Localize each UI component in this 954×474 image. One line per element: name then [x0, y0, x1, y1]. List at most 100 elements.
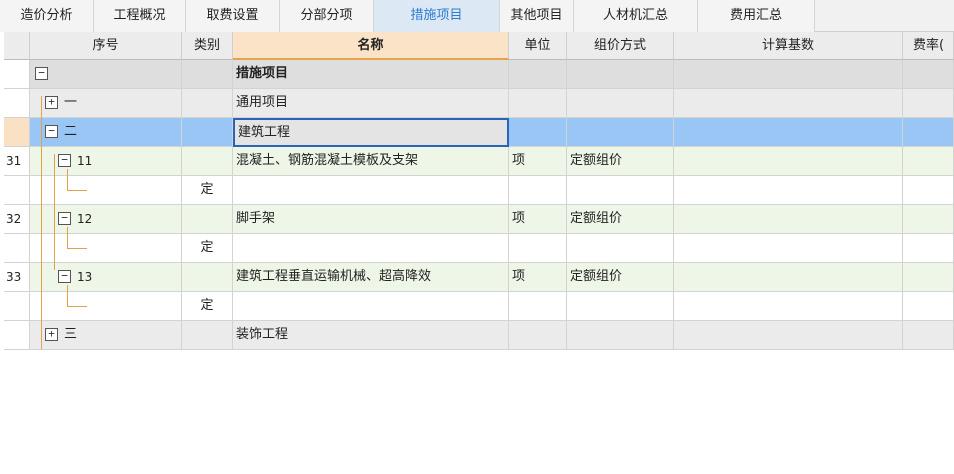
seq-cell[interactable]: + 一: [30, 89, 182, 118]
rate-cell[interactable]: [903, 205, 954, 234]
seq-cell[interactable]: + 三: [30, 321, 182, 350]
name-cell[interactable]: 建筑工程垂直运输机械、超高降效: [233, 263, 509, 292]
table-row[interactable]: 32 − 12 脚手架 项 定额组价: [4, 205, 954, 234]
name-cell[interactable]: 措施项目: [233, 60, 509, 89]
table-row[interactable]: 33 − 13 建筑工程垂直运输机械、超高降效 项 定额组价: [4, 263, 954, 292]
type-cell[interactable]: [182, 321, 233, 350]
collapse-toggle-icon[interactable]: −: [58, 212, 71, 225]
rate-cell[interactable]: [903, 176, 954, 205]
name-cell[interactable]: [233, 234, 509, 263]
type-cell[interactable]: [182, 89, 233, 118]
tab-fee-settings[interactable]: 取费设置: [186, 0, 280, 32]
type-cell[interactable]: 定: [182, 292, 233, 321]
col-header-name[interactable]: 名称: [233, 32, 509, 60]
base-cell[interactable]: [674, 60, 903, 89]
name-cell[interactable]: [233, 176, 509, 205]
table-row[interactable]: + 三 装饰工程: [4, 321, 954, 350]
table-row[interactable]: − 措施项目: [4, 60, 954, 89]
base-cell[interactable]: [674, 321, 903, 350]
collapse-toggle-icon[interactable]: −: [58, 270, 71, 283]
table-row[interactable]: 定: [4, 292, 954, 321]
unit-cell[interactable]: [509, 321, 567, 350]
unit-cell[interactable]: [509, 234, 567, 263]
collapse-toggle-icon[interactable]: −: [45, 125, 58, 138]
table-row[interactable]: 定: [4, 176, 954, 205]
seq-cell[interactable]: [30, 234, 182, 263]
base-cell[interactable]: [674, 176, 903, 205]
name-cell[interactable]: 通用项目: [233, 89, 509, 118]
pricing-cell[interactable]: [567, 89, 674, 118]
collapse-toggle-icon[interactable]: −: [58, 154, 71, 167]
pricing-cell[interactable]: [567, 234, 674, 263]
tab-measures[interactable]: 措施项目: [374, 0, 500, 32]
rate-cell[interactable]: [903, 60, 954, 89]
unit-cell[interactable]: 项: [509, 205, 567, 234]
col-header-rate[interactable]: 费率(: [903, 32, 954, 60]
seq-cell[interactable]: − 13: [30, 263, 182, 292]
col-header-type[interactable]: 类别: [182, 32, 233, 60]
col-header-seq[interactable]: 序号: [30, 32, 182, 60]
seq-cell[interactable]: −: [30, 60, 182, 89]
rate-cell[interactable]: [903, 263, 954, 292]
tab-sub-items[interactable]: 分部分项: [280, 0, 374, 32]
seq-cell[interactable]: [30, 176, 182, 205]
table-row[interactable]: + 一 通用项目: [4, 89, 954, 118]
seq-cell[interactable]: − 二: [30, 118, 182, 147]
rate-cell[interactable]: [903, 292, 954, 321]
tab-cost-analysis[interactable]: 造价分析: [0, 0, 94, 32]
base-cell[interactable]: [674, 147, 903, 176]
type-cell[interactable]: [182, 205, 233, 234]
col-header-pricing[interactable]: 组价方式: [567, 32, 674, 60]
expand-toggle-icon[interactable]: +: [45, 328, 58, 341]
collapse-toggle-icon[interactable]: −: [35, 67, 48, 80]
pricing-cell[interactable]: [567, 176, 674, 205]
unit-cell[interactable]: [509, 176, 567, 205]
table-row-selected[interactable]: − 二 建筑工程: [4, 118, 954, 147]
col-header-base[interactable]: 计算基数: [674, 32, 903, 60]
base-cell[interactable]: [674, 205, 903, 234]
pricing-cell[interactable]: [567, 292, 674, 321]
tab-other-items[interactable]: 其他项目: [500, 0, 574, 32]
name-cell[interactable]: 脚手架: [233, 205, 509, 234]
tab-labor-material-summary[interactable]: 人材机汇总: [574, 0, 698, 32]
unit-cell[interactable]: [509, 118, 567, 147]
pricing-cell[interactable]: 定额组价: [567, 147, 674, 176]
type-cell[interactable]: 定: [182, 176, 233, 205]
unit-cell[interactable]: [509, 60, 567, 89]
unit-cell[interactable]: 项: [509, 263, 567, 292]
type-cell[interactable]: [182, 118, 233, 147]
rate-cell[interactable]: [903, 89, 954, 118]
seq-cell[interactable]: − 12: [30, 205, 182, 234]
table-row[interactable]: 定: [4, 234, 954, 263]
expand-toggle-icon[interactable]: +: [45, 96, 58, 109]
name-cell[interactable]: 混凝土、钢筋混凝土模板及支架: [233, 147, 509, 176]
rate-cell[interactable]: [903, 234, 954, 263]
unit-cell[interactable]: [509, 89, 567, 118]
rate-cell[interactable]: [903, 321, 954, 350]
pricing-cell[interactable]: 定额组价: [567, 205, 674, 234]
rate-cell[interactable]: [903, 147, 954, 176]
type-cell[interactable]: [182, 263, 233, 292]
name-cell-editing[interactable]: 建筑工程: [233, 118, 509, 147]
type-cell[interactable]: [182, 147, 233, 176]
type-cell[interactable]: 定: [182, 234, 233, 263]
tab-fee-summary[interactable]: 费用汇总: [698, 0, 815, 32]
base-cell[interactable]: [674, 118, 903, 147]
base-cell[interactable]: [674, 234, 903, 263]
pricing-cell[interactable]: [567, 321, 674, 350]
pricing-cell[interactable]: [567, 60, 674, 89]
rate-cell[interactable]: [903, 118, 954, 147]
base-cell[interactable]: [674, 292, 903, 321]
base-cell[interactable]: [674, 263, 903, 292]
seq-cell[interactable]: [30, 292, 182, 321]
pricing-cell[interactable]: 定额组价: [567, 263, 674, 292]
name-cell[interactable]: [233, 292, 509, 321]
unit-cell[interactable]: 项: [509, 147, 567, 176]
table-row[interactable]: 31 − 11 混凝土、钢筋混凝土模板及支架 项 定额组价: [4, 147, 954, 176]
type-cell[interactable]: [182, 60, 233, 89]
seq-cell[interactable]: − 11: [30, 147, 182, 176]
pricing-cell[interactable]: [567, 118, 674, 147]
col-header-unit[interactable]: 单位: [509, 32, 567, 60]
unit-cell[interactable]: [509, 292, 567, 321]
name-cell[interactable]: 装饰工程: [233, 321, 509, 350]
